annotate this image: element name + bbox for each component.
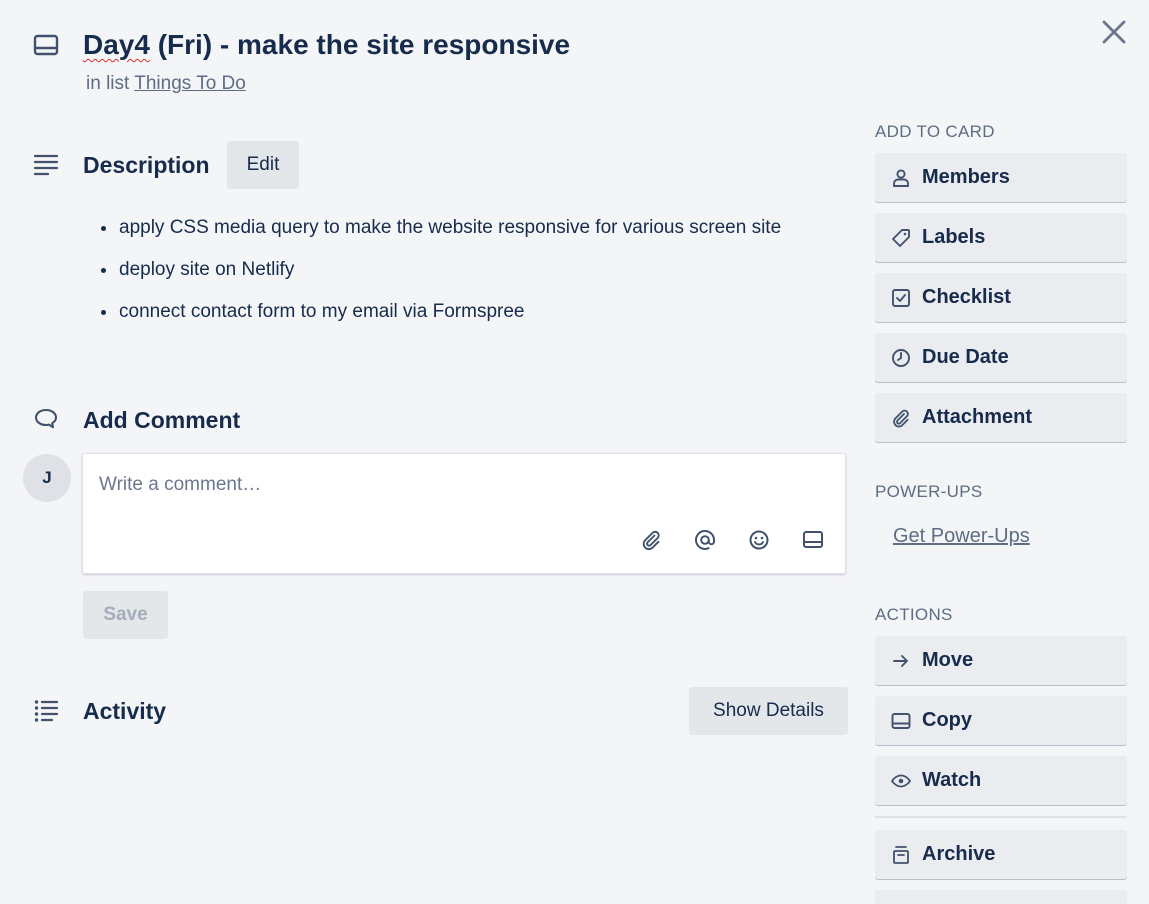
activity-title: Activity — [83, 698, 167, 724]
comment-icon — [33, 407, 59, 433]
archive-icon — [890, 844, 912, 866]
list-reference: in list Things To Do — [86, 73, 246, 95]
watch-label: Watch — [922, 769, 982, 791]
avatar[interactable]: J — [23, 454, 71, 502]
edit-description-button[interactable]: Edit — [227, 141, 299, 189]
card-title-day: Day4 — [83, 29, 150, 60]
description-item: deploy site on Netlify — [95, 255, 835, 285]
actions-divider — [875, 816, 1127, 818]
card-title[interactable]: Day4 (Fri) - make the site responsive — [83, 28, 570, 62]
add-card-icon[interactable] — [801, 528, 825, 552]
eye-icon — [890, 770, 912, 792]
due-date-label: Due Date — [922, 346, 1009, 368]
share-button[interactable] — [875, 890, 1127, 904]
archive-label: Archive — [922, 843, 996, 865]
comment-box — [82, 453, 846, 574]
activity-icon — [33, 698, 59, 724]
show-details-button[interactable]: Show Details — [689, 687, 848, 735]
add-to-card-heading: ADD TO CARD — [875, 122, 995, 141]
description-list: apply CSS media query to make the websit… — [95, 213, 835, 339]
description-title: Description — [83, 152, 210, 178]
power-ups-heading: POWER-UPS — [875, 482, 983, 501]
card-icon — [33, 33, 59, 59]
close-icon[interactable] — [1098, 16, 1130, 48]
list-link[interactable]: Things To Do — [134, 73, 246, 94]
move-button[interactable]: Move — [875, 636, 1127, 685]
attachment-icon[interactable] — [639, 528, 663, 552]
paperclip-icon — [890, 407, 912, 429]
arrow-right-icon — [890, 650, 912, 672]
checkbox-icon — [890, 287, 912, 309]
checklist-label: Checklist — [922, 286, 1011, 308]
checklist-button[interactable]: Checklist — [875, 273, 1127, 322]
attachment-button[interactable]: Attachment — [875, 393, 1127, 442]
description-icon — [33, 152, 59, 178]
labels-label: Labels — [922, 226, 986, 248]
due-date-button[interactable]: Due Date — [875, 333, 1127, 382]
members-button[interactable]: Members — [875, 153, 1127, 202]
labels-button[interactable]: Labels — [875, 213, 1127, 262]
description-item: connect contact form to my email via For… — [95, 297, 835, 327]
move-label: Move — [922, 649, 974, 671]
save-button[interactable]: Save — [83, 591, 168, 639]
add-comment-title: Add Comment — [83, 407, 241, 433]
archive-button[interactable]: Archive — [875, 830, 1127, 879]
actions-heading: ACTIONS — [875, 605, 953, 624]
card-copy-icon — [890, 710, 912, 732]
copy-button[interactable]: Copy — [875, 696, 1127, 745]
copy-label: Copy — [922, 709, 972, 731]
comment-input[interactable] — [99, 470, 799, 500]
attachment-label: Attachment — [922, 406, 1033, 428]
members-label: Members — [922, 166, 1010, 188]
member-icon — [890, 167, 912, 189]
description-item: apply CSS media query to make the websit… — [95, 213, 835, 243]
tag-icon — [890, 227, 912, 249]
in-list-label: in list — [86, 73, 135, 94]
get-power-ups-link[interactable]: Get Power-Ups — [893, 525, 1030, 548]
mention-icon[interactable] — [693, 528, 717, 552]
watch-button[interactable]: Watch — [875, 756, 1127, 805]
card-title-rest: (Fri) - make the site responsive — [149, 29, 571, 60]
clock-icon — [890, 347, 912, 369]
emoji-icon[interactable] — [747, 528, 771, 552]
